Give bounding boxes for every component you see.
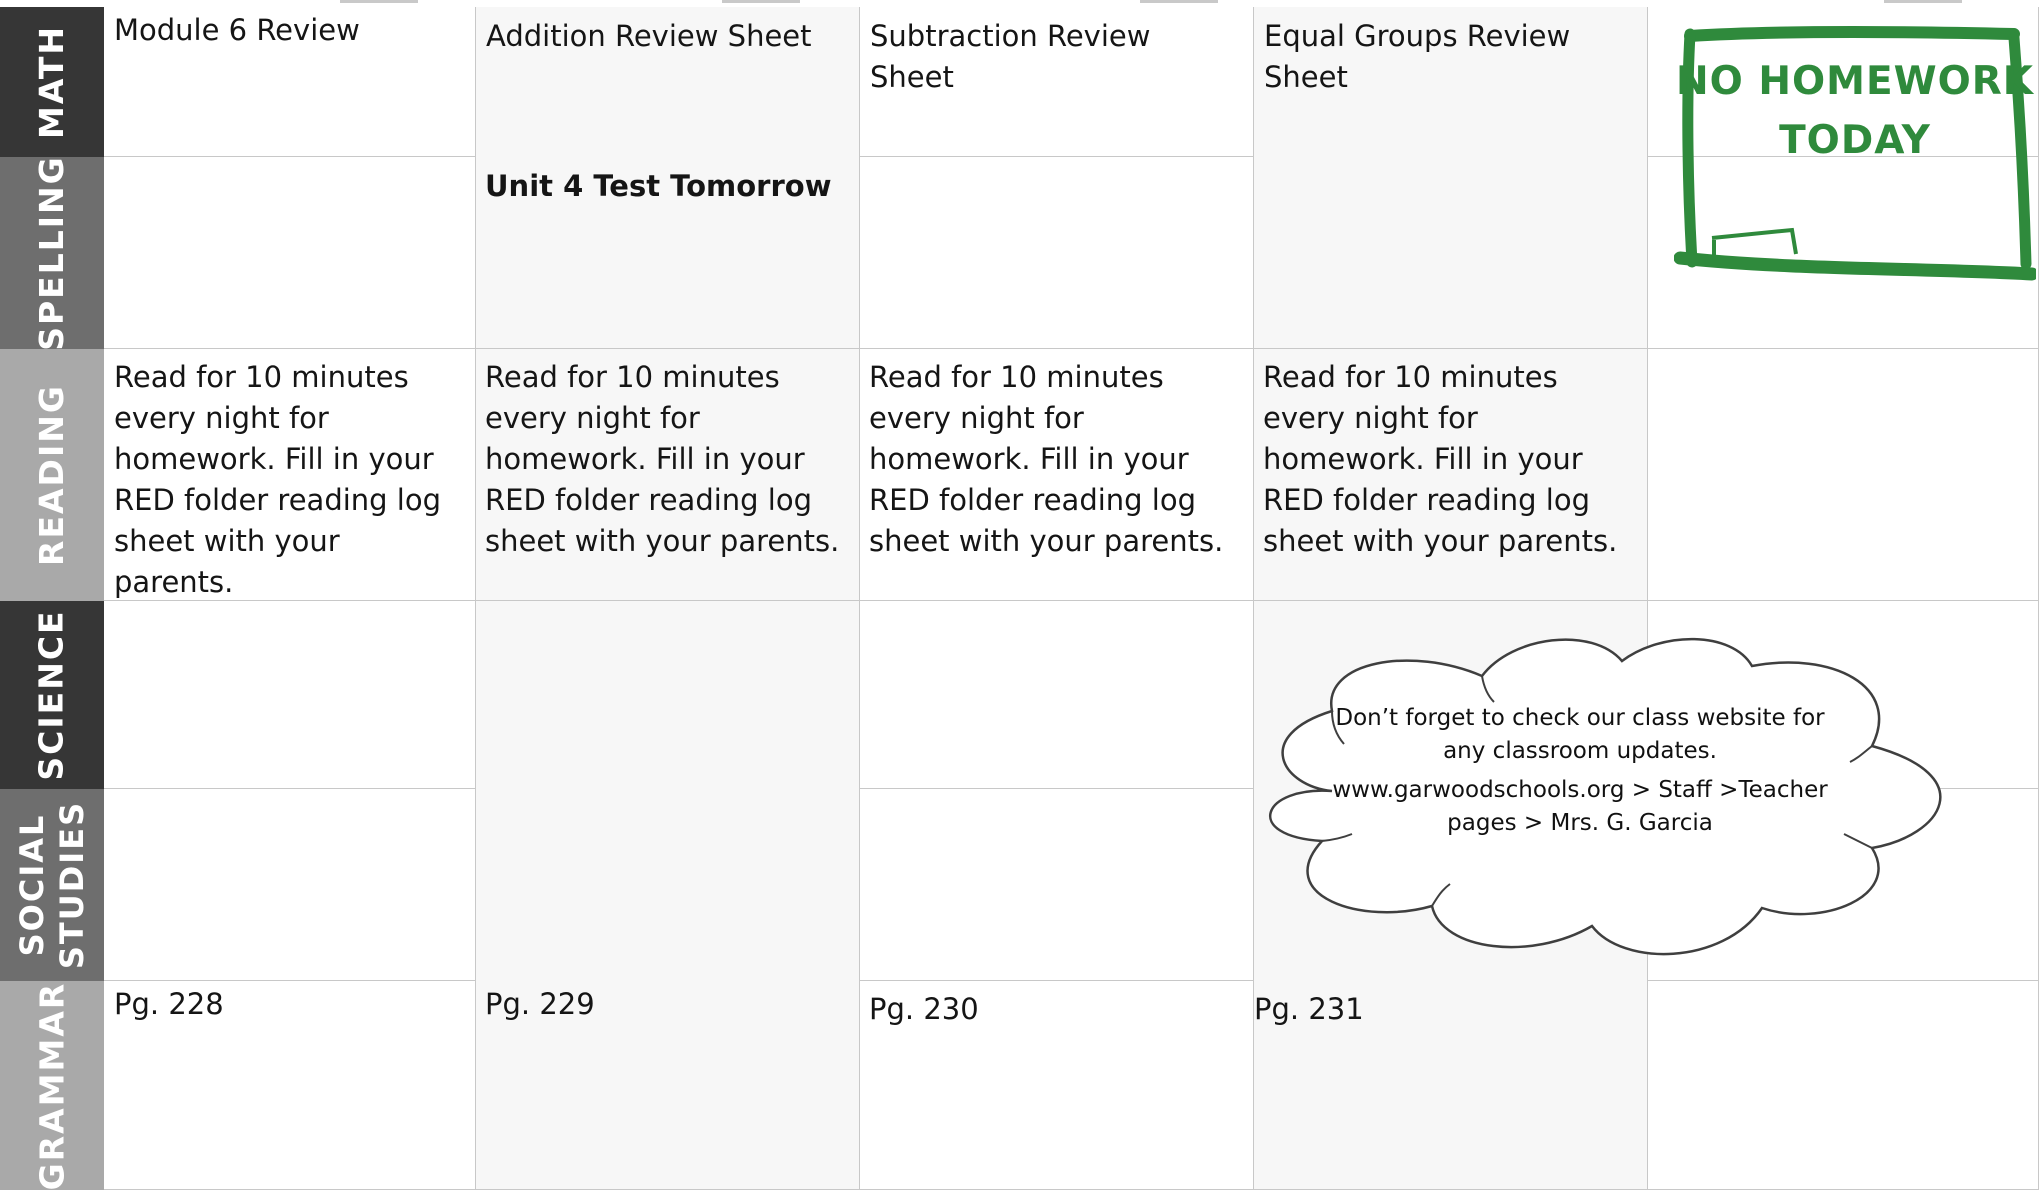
page-edge-mark [1140,0,1218,3]
subject-label-grammar: GRAMMAR [0,981,104,1190]
cell-grammar-day5 [1648,981,2039,1190]
cloud-note: Don’t forget to check our class website … [1330,702,1830,840]
page-edge-mark [1884,0,1962,3]
no-homework-stamp: NO HOMEWORK TODAY [1673,24,2039,296]
subject-label-text: SCIENCE [32,609,71,781]
subject-label-text: SPELLING [32,157,72,349]
spelling-day2-text: Unit 4 Test Tomorrow [485,169,832,203]
subject-label-science: SCIENCE [0,601,104,789]
subject-label-social-studies: SOCIAL STUDIES [0,789,104,981]
cell-reading-day5 [1648,349,2039,601]
no-homework-text: NO HOMEWORK TODAY [1675,59,2035,163]
reading-day2-text: Read for 10 minutes every night for home… [485,360,840,558]
reading-day1-text: Read for 10 minutes every night for home… [114,360,442,599]
math-day2-text: Addition Review Sheet [486,19,812,53]
cell-spelling-day3 [860,157,1254,349]
reading-day3-text: Read for 10 minutes every night for home… [869,360,1224,558]
subject-label-reading: READING [0,349,104,601]
math-day4-text: Equal Groups Review Sheet [1264,19,1571,94]
cell-science-day3 [860,601,1254,789]
cell-social-studies-day3 [860,789,1254,981]
math-day3-text: Subtraction Review Sheet [870,19,1151,94]
cloud-note-line-2: www.garwoodschools.org > Staff >Teacher … [1332,777,1828,836]
grammar-day4-text: Pg. 231 [1254,992,1364,1026]
cell-spelling-day1 [104,157,476,349]
subject-label-math: MATH [0,7,104,157]
page-edge-mark [340,0,418,3]
subject-label-spelling: SPELLING [0,157,104,349]
grammar-day1-text: Pg. 228 [114,987,224,1021]
subject-label-text: GRAMMAR [32,981,72,1190]
grammar-day3-text: Pg. 230 [869,992,979,1026]
cell-social-studies-day1 [104,789,476,981]
reading-day4-text: Read for 10 minutes every night for home… [1263,360,1618,558]
subject-label-text: SOCIAL STUDIES [13,800,92,970]
cloud-note-line-1: Don’t forget to check our class website … [1335,705,1825,764]
subject-label-text: MATH [32,25,72,139]
homework-calendar: MATH SPELLING READING SCIENCE SOCIAL STU… [0,0,2039,1190]
cell-science-grammar-day2 [476,601,860,1190]
grammar-day2-text: Pg. 229 [485,987,595,1021]
subject-label-text: READING [32,384,71,566]
cell-science-day1 [104,601,476,789]
math-day1-text: Module 6 Review [114,13,360,47]
page-edge-mark [722,0,800,3]
